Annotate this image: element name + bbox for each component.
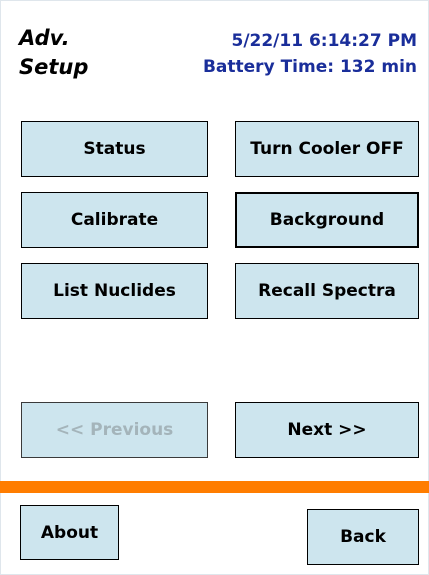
page-title-line2: Setup (19, 55, 89, 79)
page-title-line1: Adv. (19, 26, 70, 50)
status-header: 5/22/11 6:14:27 PM Battery Time: 132 min (203, 28, 417, 80)
datetime-label: 5/22/11 6:14:27 PM (231, 31, 417, 51)
battery-time-label: Battery Time: 132 min (202, 57, 417, 77)
page-title: Adv. Setup (19, 24, 88, 82)
back-button[interactable]: Back (307, 509, 419, 565)
status-button[interactable]: Status (21, 121, 208, 177)
turn-cooler-off-button[interactable]: Turn Cooler OFF (235, 121, 419, 177)
background-button[interactable]: Background (235, 192, 419, 248)
next-button[interactable]: Next >> (235, 402, 419, 458)
list-nuclides-button[interactable]: List Nuclides (21, 263, 208, 319)
about-button[interactable]: About (20, 505, 119, 560)
previous-button[interactable]: << Previous (21, 402, 208, 458)
divider-bar (0, 481, 429, 493)
recall-spectra-button[interactable]: Recall Spectra (235, 263, 419, 319)
calibrate-button[interactable]: Calibrate (21, 192, 208, 248)
